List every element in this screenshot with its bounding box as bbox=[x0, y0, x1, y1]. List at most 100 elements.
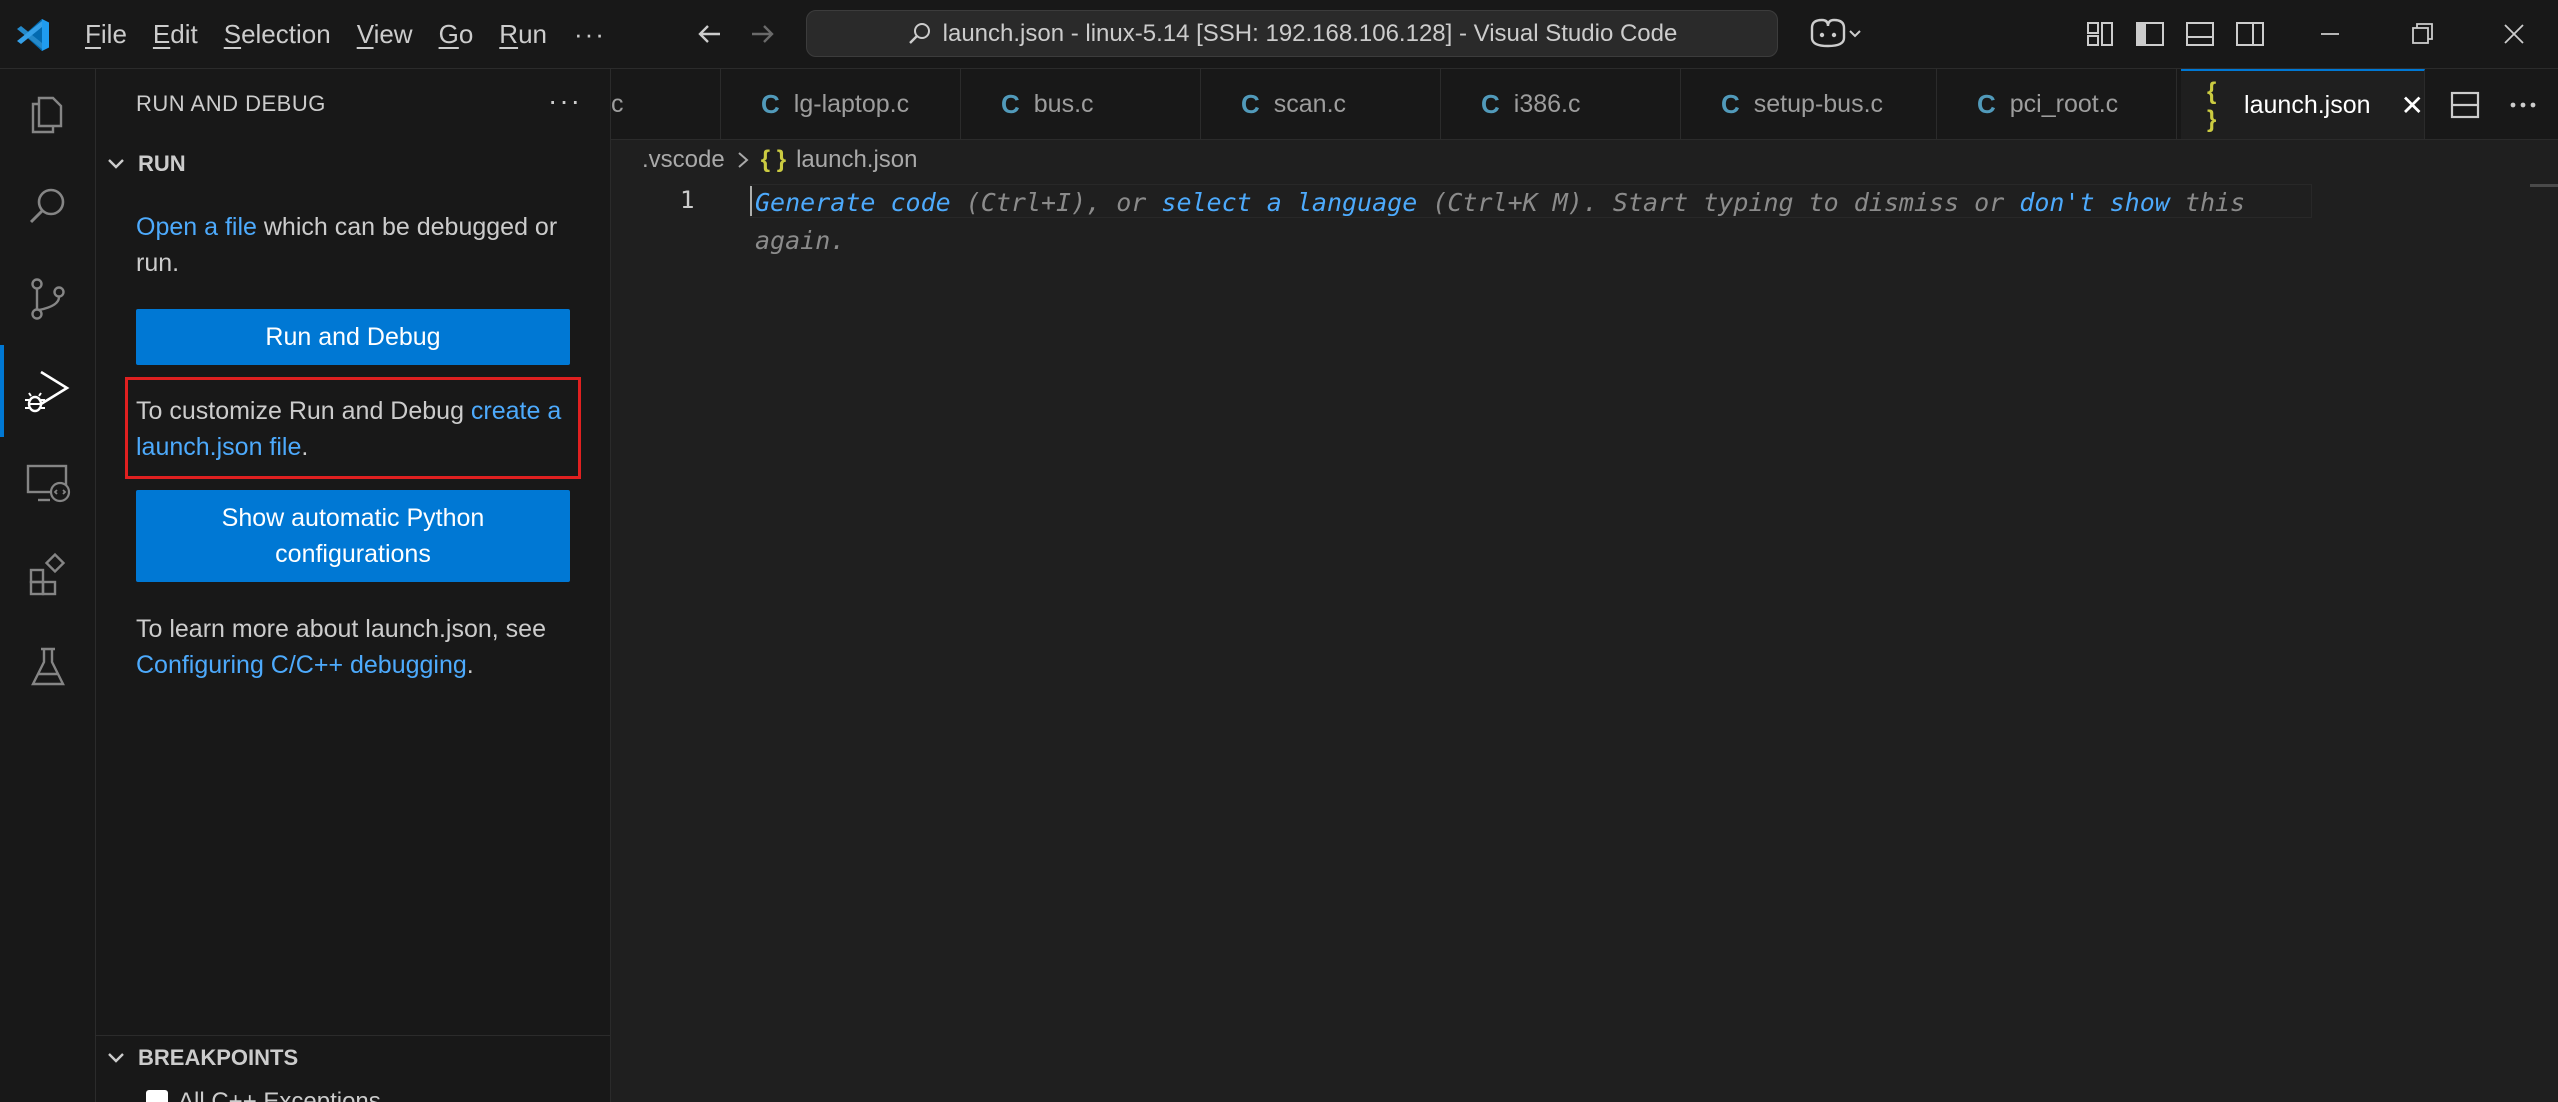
source-control-activity[interactable] bbox=[0, 253, 96, 345]
menu-view-rest: iew bbox=[373, 19, 413, 49]
menu-run-rest: un bbox=[518, 19, 547, 49]
tab-label: bus.c bbox=[1033, 90, 1094, 118]
breakpoints-section-header[interactable]: BREAKPOINTS bbox=[106, 1045, 298, 1071]
search-activity[interactable] bbox=[0, 161, 96, 253]
hint-text-2: (Ctrl+K M). Start typing to dismiss or bbox=[1417, 188, 2020, 217]
title-bar: File Edit Selection View Go Run ··· laun… bbox=[0, 0, 2558, 69]
more-actions-icon[interactable] bbox=[2503, 85, 2543, 125]
menu-file[interactable]: File bbox=[72, 0, 140, 69]
search-icon bbox=[29, 188, 65, 224]
menu-edit-rest: dit bbox=[170, 19, 198, 49]
vscode-logo-icon[interactable] bbox=[14, 16, 52, 54]
back-arrow-icon[interactable] bbox=[692, 16, 728, 52]
chevron-down-icon bbox=[108, 1053, 124, 1063]
minimize-icon[interactable] bbox=[2312, 16, 2348, 52]
menu-file-rest: ile bbox=[100, 19, 127, 49]
tab-lg-laptop[interactable]: C lg-laptop.c bbox=[721, 69, 961, 139]
json-file-icon: { } bbox=[760, 146, 787, 173]
breadcrumb-file[interactable]: launch.json bbox=[796, 146, 917, 174]
tab-partial[interactable]: c bbox=[611, 69, 721, 139]
generate-code-link[interactable]: Generate code bbox=[755, 188, 951, 217]
run-section-header[interactable]: RUN bbox=[106, 151, 186, 177]
remote-explorer-activity[interactable] bbox=[0, 437, 96, 529]
sidebar-title: RUN AND DEBUG bbox=[136, 91, 326, 116]
testing-activity[interactable] bbox=[0, 621, 96, 713]
tab-label: scan.c bbox=[1273, 90, 1347, 118]
tab-label: launch.json bbox=[2244, 91, 2371, 119]
command-center[interactable]: launch.json - linux-5.14 [SSH: 192.168.1… bbox=[806, 10, 1778, 57]
files-icon bbox=[31, 96, 63, 134]
run-and-debug-button[interactable]: Run and Debug bbox=[136, 309, 570, 365]
learn-text: To learn more about launch.json, see bbox=[136, 615, 546, 643]
run-debug-sidebar: RUN AND DEBUG ··· RUN Open a file which … bbox=[96, 69, 611, 1102]
c-file-icon: C bbox=[1721, 89, 1740, 119]
dont-show-link[interactable]: don't show bbox=[2019, 188, 2170, 217]
tab-launch-json[interactable]: { } launch.json ✕ bbox=[2181, 69, 2425, 139]
line-number: 1 bbox=[680, 186, 695, 214]
close-window-icon[interactable] bbox=[2496, 16, 2532, 52]
show-python-configurations-button[interactable]: Show automatic Python configurations bbox=[136, 490, 570, 582]
source-control-icon bbox=[31, 278, 65, 320]
menu-run[interactable]: Run bbox=[486, 0, 560, 69]
menu-view[interactable]: View bbox=[344, 0, 426, 69]
run-section-label: RUN bbox=[138, 151, 186, 176]
configuring-debugging-link[interactable]: Configuring C/C++ debugging bbox=[136, 651, 467, 679]
breakpoints-section-label: BREAKPOINTS bbox=[138, 1045, 299, 1070]
tab-bus[interactable]: C bus.c bbox=[961, 69, 1201, 139]
extensions-activity[interactable] bbox=[0, 529, 96, 621]
forward-arrow-icon[interactable] bbox=[744, 16, 780, 52]
menu-more-icon[interactable]: ··· bbox=[560, 19, 620, 50]
json-file-icon: { } bbox=[2207, 77, 2217, 133]
c-file-icon: C bbox=[1001, 89, 1020, 119]
toggle-panel-icon[interactable] bbox=[2182, 16, 2218, 52]
menu-selection-rest: election bbox=[241, 19, 331, 49]
tab-scan[interactable]: C scan.c bbox=[1201, 69, 1441, 139]
search-icon bbox=[908, 22, 930, 44]
split-editor-icon[interactable] bbox=[2445, 85, 2485, 125]
tab-pci-root[interactable]: C pci_root.c bbox=[1937, 69, 2177, 139]
close-tab-icon[interactable]: ✕ bbox=[2401, 89, 2424, 122]
c-file-icon: C bbox=[1481, 89, 1500, 119]
open-file-link[interactable]: Open a file bbox=[136, 213, 257, 241]
menu-go[interactable]: Go bbox=[426, 0, 487, 69]
sidebar-more-icon[interactable]: ··· bbox=[548, 85, 582, 117]
customize-text: To customize Run and Debug bbox=[136, 397, 471, 425]
learn-end: . bbox=[466, 651, 474, 679]
scrollbar-marker[interactable] bbox=[2530, 184, 2558, 187]
chevron-right-icon bbox=[738, 152, 749, 168]
run-debug-icon bbox=[25, 370, 70, 413]
extensions-icon bbox=[29, 552, 66, 596]
menu-selection[interactable]: Selection bbox=[211, 0, 344, 69]
restore-icon[interactable] bbox=[2404, 16, 2440, 52]
select-language-link[interactable]: select a language bbox=[1161, 188, 1417, 217]
c-file-icon: C bbox=[1241, 89, 1260, 119]
open-file-message: Open a file which can be debugged or run… bbox=[136, 209, 576, 281]
tab-setup-bus[interactable]: C setup-bus.c bbox=[1681, 69, 1937, 139]
tab-label: c bbox=[611, 90, 624, 118]
menu-edit[interactable]: Edit bbox=[140, 0, 211, 69]
learn-more-message: To learn more about launch.json, see Con… bbox=[136, 611, 576, 683]
breadcrumb: .vscode { } launch.json bbox=[642, 146, 918, 174]
c-file-icon: C bbox=[1977, 89, 1996, 119]
breakpoint-checkbox[interactable] bbox=[146, 1090, 168, 1102]
explorer-activity[interactable] bbox=[0, 69, 96, 161]
editor-tabs: c C lg-laptop.c C bus.c C scan.c C i386.… bbox=[611, 69, 2558, 140]
remote-explorer-icon bbox=[26, 464, 71, 503]
customize-end: . bbox=[301, 433, 309, 461]
c-file-icon: C bbox=[761, 89, 780, 119]
section-divider bbox=[96, 1035, 611, 1036]
toggle-secondary-sidebar-icon[interactable] bbox=[2232, 16, 2268, 52]
tab-label: setup-bus.c bbox=[1753, 90, 1884, 118]
chevron-down-icon bbox=[108, 159, 124, 169]
tab-label: pci_root.c bbox=[2009, 90, 2119, 118]
breadcrumb-folder[interactable]: .vscode bbox=[642, 146, 725, 174]
command-center-label: launch.json - linux-5.14 [SSH: 192.168.1… bbox=[942, 19, 1678, 47]
tab-label: lg-laptop.c bbox=[793, 90, 910, 118]
copilot-icon[interactable] bbox=[1806, 14, 1864, 54]
tab-label: i386.c bbox=[1513, 90, 1581, 118]
activity-bar bbox=[0, 69, 96, 1102]
run-debug-activity[interactable] bbox=[0, 345, 96, 437]
toggle-primary-sidebar-icon[interactable] bbox=[2132, 16, 2168, 52]
customize-layout-icon[interactable] bbox=[2082, 16, 2118, 52]
tab-i386[interactable]: C i386.c bbox=[1441, 69, 1681, 139]
